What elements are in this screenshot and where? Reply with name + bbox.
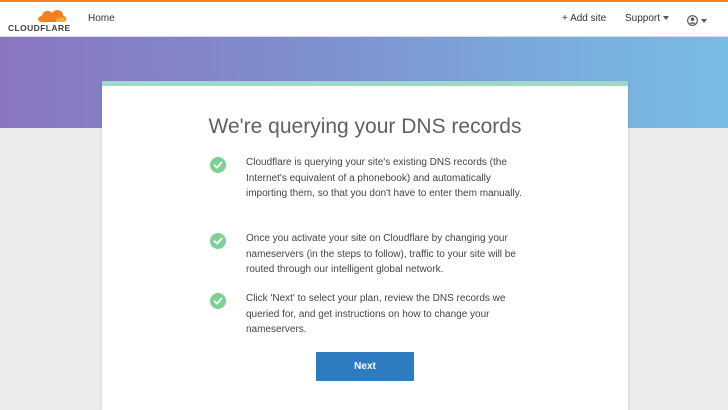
info-text: Once you activate your site on Cloudflar… bbox=[246, 233, 516, 275]
chevron-down-icon bbox=[663, 16, 670, 20]
page-title: We're querying your DNS records bbox=[208, 115, 522, 138]
nav-home-link[interactable]: Home bbox=[88, 13, 115, 24]
cloud-icon bbox=[38, 10, 67, 22]
next-button[interactable]: Next bbox=[316, 352, 414, 381]
dns-query-card: We're querying your DNS records Cloudfla… bbox=[102, 81, 628, 410]
support-label: Support bbox=[625, 13, 661, 24]
card-accent-bar bbox=[102, 81, 628, 86]
chevron-down-icon bbox=[701, 19, 707, 23]
check-icon bbox=[210, 233, 226, 249]
top-navbar: CLOUDFLARE Home + Add site Support bbox=[0, 2, 728, 37]
check-icon bbox=[210, 157, 226, 173]
user-menu[interactable] bbox=[687, 11, 707, 29]
cloudflare-logo[interactable]: CLOUDFLARE bbox=[8, 8, 70, 34]
info-text: Cloudflare is querying your site's exist… bbox=[246, 157, 522, 199]
add-site-link[interactable]: + Add site bbox=[562, 13, 606, 24]
logo-wordmark: CLOUDFLARE bbox=[8, 23, 71, 33]
user-circle-icon bbox=[687, 15, 698, 26]
info-text: Click 'Next' to select your plan, review… bbox=[246, 293, 506, 335]
support-menu[interactable]: Support bbox=[625, 13, 670, 24]
check-icon bbox=[210, 293, 226, 309]
